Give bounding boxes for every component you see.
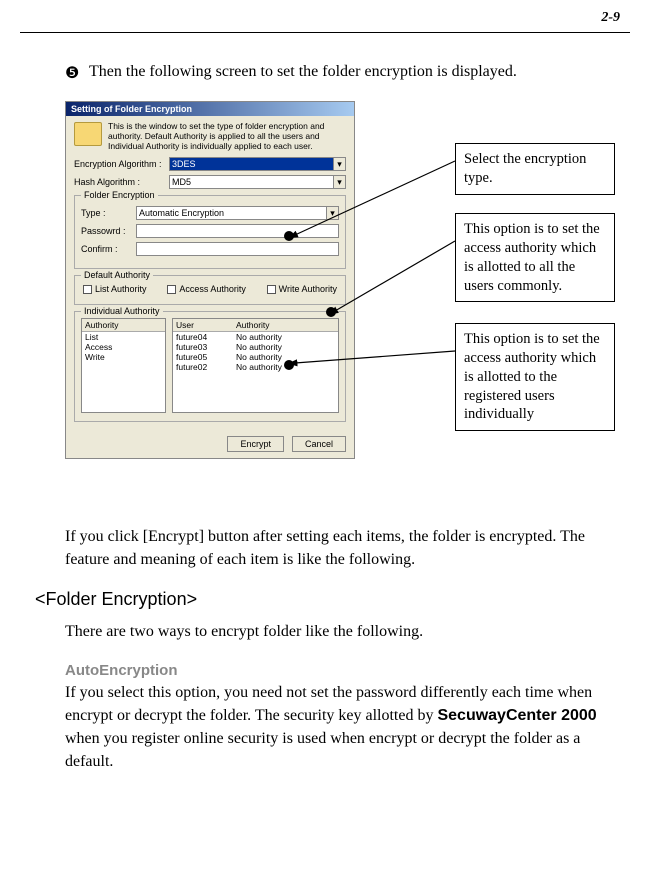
access-authority-checkbox[interactable]: Access Authority xyxy=(167,284,246,294)
folder-encryption-heading: <Folder Encryption> xyxy=(35,589,620,610)
list-authority-checkbox[interactable]: List Authority xyxy=(83,284,147,294)
body-paragraph: There are two ways to encrypt folder lik… xyxy=(65,620,620,643)
chevron-down-icon[interactable]: ▾ xyxy=(333,158,345,170)
type-value: Automatic Encryption xyxy=(139,208,224,218)
callout-default-authority: This option is to set the access authori… xyxy=(455,213,615,302)
dialog-header-text: This is the window to set the type of fo… xyxy=(108,122,346,151)
page-number: 2-9 xyxy=(20,10,630,26)
list-auth-label: List Authority xyxy=(95,284,147,294)
callouts-area: Select the encryption type. This option … xyxy=(355,101,620,501)
confirm-label: Confirm : xyxy=(81,244,136,254)
cancel-button[interactable]: Cancel xyxy=(292,436,346,452)
list-item: List xyxy=(85,332,98,342)
password-input[interactable] xyxy=(136,224,339,238)
enc-alg-select[interactable]: 3DES ▾ xyxy=(169,157,346,171)
folder-icon xyxy=(74,122,102,146)
write-auth-label: Write Authority xyxy=(279,284,337,294)
default-auth-legend: Default Authority xyxy=(81,270,153,280)
enc-alg-value: 3DES xyxy=(172,159,196,169)
callout-marker xyxy=(284,231,294,241)
list-item: Access xyxy=(85,342,112,352)
list-item: No authority xyxy=(236,342,335,352)
list-item: No authority xyxy=(236,332,335,342)
list-item: Write xyxy=(85,352,105,362)
chevron-down-icon[interactable]: ▾ xyxy=(333,176,345,188)
list-item: future05 xyxy=(176,352,236,362)
user-header: User xyxy=(176,320,236,330)
autoencryption-subheading: AutoEncryption xyxy=(65,662,620,679)
step-bullet-icon: ❺ xyxy=(65,63,89,83)
type-label: Type : xyxy=(81,208,136,218)
encryption-dialog: Setting of Folder Encryption This is the… xyxy=(65,101,355,459)
access-auth-label: Access Authority xyxy=(179,284,246,294)
hash-alg-label: Hash Algorithm : xyxy=(74,177,169,187)
hash-alg-select[interactable]: MD5 ▾ xyxy=(169,175,346,189)
enc-alg-label: Encryption Algorithm : xyxy=(74,159,169,169)
product-name: SecuwayCenter 2000 xyxy=(437,707,596,724)
hash-alg-value: MD5 xyxy=(172,177,191,187)
write-authority-checkbox[interactable]: Write Authority xyxy=(267,284,337,294)
type-select[interactable]: Automatic Encryption ▾ xyxy=(136,206,339,220)
authority-header: Authority xyxy=(85,320,119,330)
list-item: future03 xyxy=(176,342,236,352)
bullet-step-5: ❺ Then the following screen to set the f… xyxy=(65,63,620,83)
callout-marker xyxy=(326,307,336,317)
auth-header: Authority xyxy=(236,320,335,330)
figure-row: Setting of Folder Encryption This is the… xyxy=(65,101,620,501)
individual-auth-legend: Individual Authority xyxy=(81,306,163,316)
list-item: future04 xyxy=(176,332,236,342)
encrypt-button[interactable]: Encrypt xyxy=(227,436,284,452)
password-label: Passowrd : xyxy=(81,226,136,236)
folder-enc-legend: Folder Encryption xyxy=(81,190,158,200)
dialog-title: Setting of Folder Encryption xyxy=(66,102,354,116)
default-authority-group: Default Authority List Authority Access … xyxy=(74,275,346,305)
callout-individual-authority: This option is to set the access authori… xyxy=(455,323,615,431)
authority-listbox[interactable]: Authority List Access Write xyxy=(81,318,166,413)
para-text: when you register online security is use… xyxy=(65,730,580,770)
body-paragraph: If you select this option, you need not … xyxy=(65,681,620,774)
callout-encryption-type: Select the encryption type. xyxy=(455,143,615,195)
list-item: future02 xyxy=(176,362,236,372)
top-rule xyxy=(20,32,630,33)
confirm-input[interactable] xyxy=(136,242,339,256)
user-auth-listbox[interactable]: User Authority future04No authority futu… xyxy=(172,318,339,413)
body-paragraph: If you click [Encrypt] button after sett… xyxy=(65,525,620,571)
callout-marker xyxy=(284,360,294,370)
individual-authority-group: Individual Authority Authority List Acce… xyxy=(74,311,346,422)
step-text: Then the following screen to set the fol… xyxy=(89,63,517,83)
folder-encryption-group: Folder Encryption Type : Automatic Encry… xyxy=(74,195,346,269)
